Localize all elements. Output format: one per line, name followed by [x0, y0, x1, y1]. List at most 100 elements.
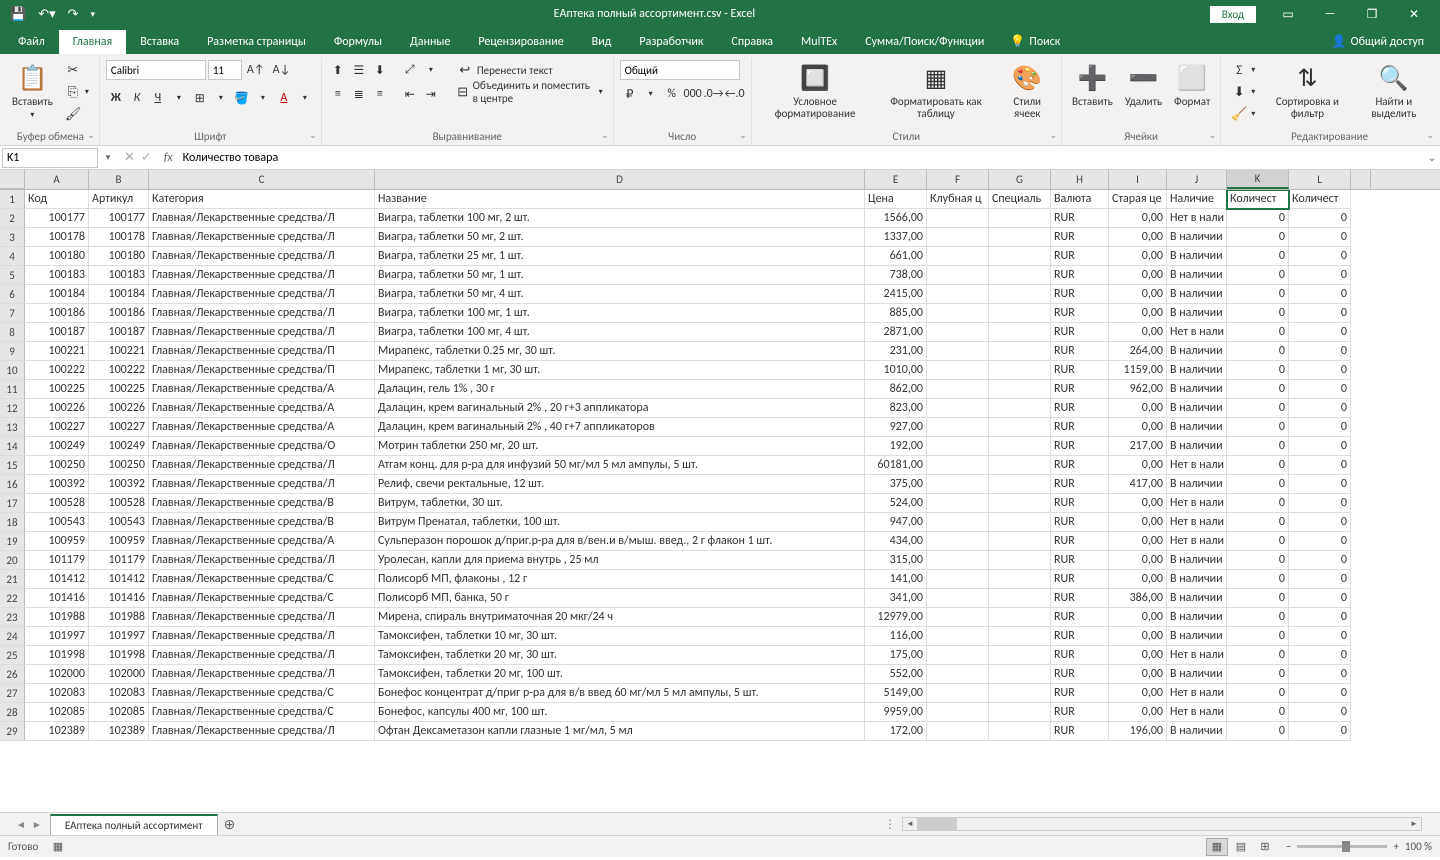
sort-filter-button[interactable]: ⇅Сортировка и фильтр: [1263, 60, 1351, 122]
zoom-out-icon[interactable]: −: [1286, 840, 1291, 853]
cell[interactable]: 885,00: [865, 304, 927, 323]
tab-developer[interactable]: Разработчик: [625, 30, 717, 54]
formula-input[interactable]: [177, 148, 1424, 168]
cell[interactable]: RUR: [1051, 570, 1109, 589]
tab-view[interactable]: Вид: [578, 30, 626, 54]
cell[interactable]: 0: [1227, 361, 1289, 380]
cell[interactable]: [989, 646, 1051, 665]
cell[interactable]: [989, 380, 1051, 399]
macro-record-icon[interactable]: ▦: [53, 840, 63, 853]
cell[interactable]: Виагра, таблетки 50 мг, 2 шт.: [375, 228, 865, 247]
qat-customize-icon[interactable]: ▾: [87, 7, 100, 22]
maximize-icon[interactable]: ❐: [1352, 0, 1392, 28]
cell[interactable]: RUR: [1051, 247, 1109, 266]
cell[interactable]: [989, 456, 1051, 475]
cell[interactable]: Главная/Лекарственные средства/Л: [149, 456, 375, 475]
row-header[interactable]: 20: [0, 551, 25, 570]
cell[interactable]: 0,00: [1109, 418, 1167, 437]
column-header[interactable]: H: [1051, 170, 1109, 189]
align-right-icon[interactable]: ≡: [370, 84, 390, 104]
comma-icon[interactable]: 000: [683, 84, 703, 104]
cell[interactable]: 962,00: [1109, 380, 1167, 399]
cell[interactable]: RUR: [1051, 703, 1109, 722]
cell[interactable]: 2871,00: [865, 323, 927, 342]
cell[interactable]: 9959,00: [865, 703, 927, 722]
cell[interactable]: В наличии: [1167, 570, 1227, 589]
cell[interactable]: Мирапекс, таблетки 1 мг, 30 шт.: [375, 361, 865, 380]
cell[interactable]: Виагра, таблетки 25 мг, 1 шт.: [375, 247, 865, 266]
cell[interactable]: 0,00: [1109, 703, 1167, 722]
cell[interactable]: 0: [1227, 665, 1289, 684]
cell[interactable]: [927, 722, 989, 741]
cell[interactable]: 927,00: [865, 418, 927, 437]
cell[interactable]: Главная/Лекарственные средства/В: [149, 494, 375, 513]
cell[interactable]: 0: [1227, 494, 1289, 513]
cell[interactable]: [989, 209, 1051, 228]
cell[interactable]: RUR: [1051, 399, 1109, 418]
number-format-select[interactable]: [620, 60, 740, 80]
cell[interactable]: 100186: [89, 304, 149, 323]
cell[interactable]: [989, 703, 1051, 722]
row-header[interactable]: 15: [0, 456, 25, 475]
cell[interactable]: [989, 589, 1051, 608]
increase-font-icon[interactable]: A↑: [244, 63, 268, 77]
column-header[interactable]: [1351, 170, 1371, 189]
cell[interactable]: 0,00: [1109, 513, 1167, 532]
tab-multex[interactable]: MulTEx: [787, 30, 851, 54]
column-header[interactable]: E: [865, 170, 927, 189]
wrap-text-button[interactable]: ↩Перенести текст: [453, 60, 607, 80]
cell[interactable]: 100250: [25, 456, 89, 475]
cell[interactable]: [989, 361, 1051, 380]
cell[interactable]: [927, 570, 989, 589]
cell[interactable]: Главная/Лекарственные средства/Л: [149, 551, 375, 570]
cell[interactable]: [927, 589, 989, 608]
italic-button[interactable]: К: [127, 88, 147, 108]
row-header[interactable]: 22: [0, 589, 25, 608]
row-header[interactable]: 3: [0, 228, 25, 247]
cell[interactable]: 375,00: [865, 475, 927, 494]
row-header[interactable]: 13: [0, 418, 25, 437]
redo-icon[interactable]: ↷: [64, 5, 83, 24]
cell[interactable]: [989, 608, 1051, 627]
cell[interactable]: Количест: [1289, 190, 1351, 209]
cell[interactable]: RUR: [1051, 722, 1109, 741]
cell[interactable]: Валюта: [1051, 190, 1109, 209]
cell[interactable]: 100221: [89, 342, 149, 361]
sheet-tab[interactable]: ЕАптека полный ассортимент: [50, 814, 218, 835]
cell[interactable]: Тамоксифен, таблетки 20 мг, 100 шт.: [375, 665, 865, 684]
cell[interactable]: 0: [1289, 703, 1351, 722]
tab-help[interactable]: Справка: [717, 30, 787, 54]
cell[interactable]: 0: [1289, 646, 1351, 665]
cell[interactable]: Нет в нали: [1167, 684, 1227, 703]
cell[interactable]: Уролесан, капли для приема внутрь , 25 м…: [375, 551, 865, 570]
cell[interactable]: Главная/Лекарственные средства/Л: [149, 266, 375, 285]
cell[interactable]: Витрум, таблетки, 30 шт.: [375, 494, 865, 513]
border-button[interactable]: ⊞: [190, 88, 210, 108]
row-header[interactable]: 24: [0, 627, 25, 646]
cell[interactable]: В наличии: [1167, 304, 1227, 323]
cell[interactable]: 0: [1289, 532, 1351, 551]
cell[interactable]: Главная/Лекарственные средства/Л: [149, 285, 375, 304]
cell[interactable]: Название: [375, 190, 865, 209]
cell[interactable]: 0: [1227, 475, 1289, 494]
column-header[interactable]: B: [89, 170, 149, 189]
column-header[interactable]: A: [25, 170, 89, 189]
cell[interactable]: 102000: [25, 665, 89, 684]
cell[interactable]: 1010,00: [865, 361, 927, 380]
delete-cells-button[interactable]: ➖Удалить: [1121, 60, 1166, 110]
tab-review[interactable]: Рецензирование: [464, 30, 577, 54]
sheet-nav-next-icon[interactable]: ►: [32, 818, 42, 831]
cell[interactable]: 60181,00: [865, 456, 927, 475]
row-header[interactable]: 1: [0, 190, 25, 209]
cell[interactable]: Мирапекс, таблетки 0.25 мг, 30 шт.: [375, 342, 865, 361]
cell[interactable]: 100392: [25, 475, 89, 494]
cell[interactable]: 0,00: [1109, 228, 1167, 247]
cell[interactable]: Полисорб МП, флаконы , 12 г: [375, 570, 865, 589]
cell[interactable]: 0,00: [1109, 247, 1167, 266]
cell[interactable]: [927, 494, 989, 513]
cell[interactable]: [989, 551, 1051, 570]
cell[interactable]: 0,00: [1109, 665, 1167, 684]
cell[interactable]: 100528: [25, 494, 89, 513]
cell[interactable]: [927, 361, 989, 380]
cell[interactable]: Нет в нали: [1167, 532, 1227, 551]
